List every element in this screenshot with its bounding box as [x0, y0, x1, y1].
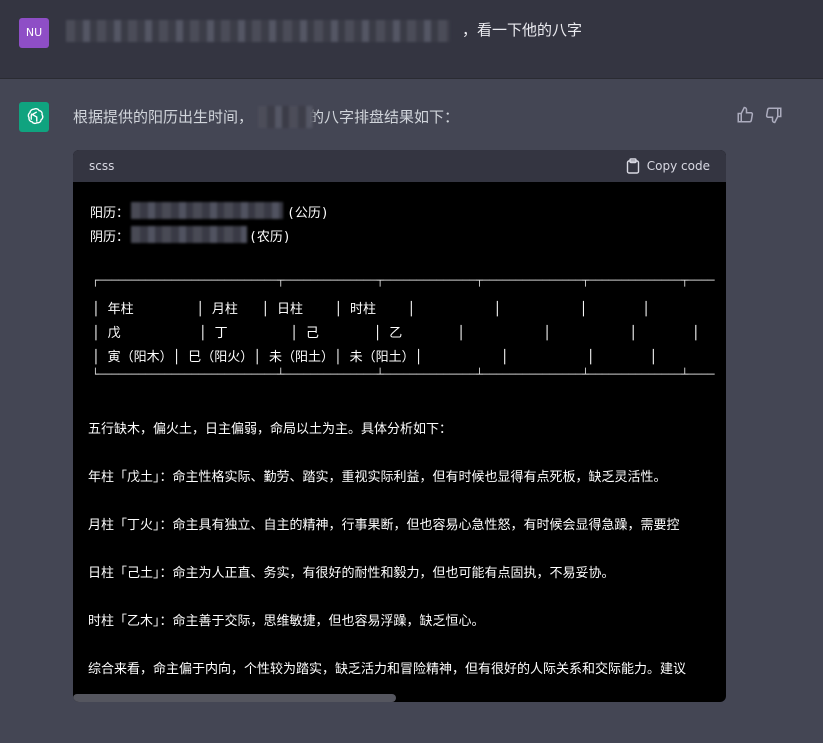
clipboard-icon — [626, 158, 639, 174]
analysis-line: 月柱「丁火」：命主具有独立、自主的精神，行事果断，但也容易心急性怒，有时候会显得… — [88, 518, 680, 533]
redacted-solar-date — [131, 202, 283, 219]
chatgpt-logo-icon — [19, 102, 49, 132]
table-top-border: ┌───────────────────────────┬───────────… — [92, 274, 715, 287]
assistant-message-row: 根据提供的阳历出生时间， 的八字排盘结果如下： scss Copy code 阳历… — [0, 78, 823, 743]
intro-after: 的八字排盘结果如下： — [309, 108, 460, 126]
thumbs-up-icon[interactable] — [736, 106, 754, 124]
analysis-line: 时柱「乙木」：命主善于交际，思维敏捷，但也容易浮躁，缺乏恒心。 — [88, 614, 485, 629]
table-row: │ 寅（阳木）│ 巳（阳火）│ 未（阳土）│ 未（阳土）│ │ │ │ — [92, 350, 658, 365]
copy-code-button[interactable]: Copy code — [626, 158, 710, 174]
user-avatar: NU — [19, 18, 49, 48]
redacted-user-text — [66, 20, 450, 42]
horizontal-scrollbar[interactable] — [73, 694, 396, 702]
redacted-name — [258, 106, 314, 128]
thumbs-down-icon[interactable] — [765, 106, 783, 124]
table-bottom-border: └───────────────────────────┴───────────… — [92, 368, 715, 381]
intro-before: 根据提供的阳历出生时间， — [73, 108, 254, 126]
copy-code-label: Copy code — [646, 159, 710, 173]
user-message-text: ，看一下他的八字 — [462, 21, 583, 39]
table-row: │ 戊 │ 丁 │ 己 │ 乙 │ │ │ │ — [92, 326, 700, 341]
code-language-label: scss — [89, 159, 115, 173]
analysis-line: 日柱「己土」：命主为人正直、务实，有很好的耐性和毅力，但也可能有点固执，不易妥协… — [88, 566, 615, 581]
code-content: 阳历： (公历) 阴历： (农历) ┌───────────────────────… — [73, 182, 726, 702]
code-block: scss Copy code 阳历： (公历) 阴历： (农历) ┌────────… — [73, 150, 726, 702]
analysis-line: 综合来看，命主偏于内向，个性较为踏实，缺乏活力和冒险精神，但有很好的人际关系和交… — [88, 662, 687, 677]
code-header: scss Copy code — [73, 150, 726, 182]
user-message-row: NU ，看一下他的八字 — [0, 0, 823, 79]
analysis-line: 五行缺木，偏火土，日主偏弱，命局以土为主。具体分析如下： — [88, 422, 453, 437]
analysis-line: 年柱「戊土」：命主性格实际、勤劳、踏实，重视实际利益，但有时候也显得有点死板，缺… — [88, 470, 667, 485]
table-row: │ 年柱 │ 月柱 │ 日柱 │ 时柱 │ │ │ │ — [92, 302, 650, 317]
redacted-lunar-date — [131, 226, 247, 243]
